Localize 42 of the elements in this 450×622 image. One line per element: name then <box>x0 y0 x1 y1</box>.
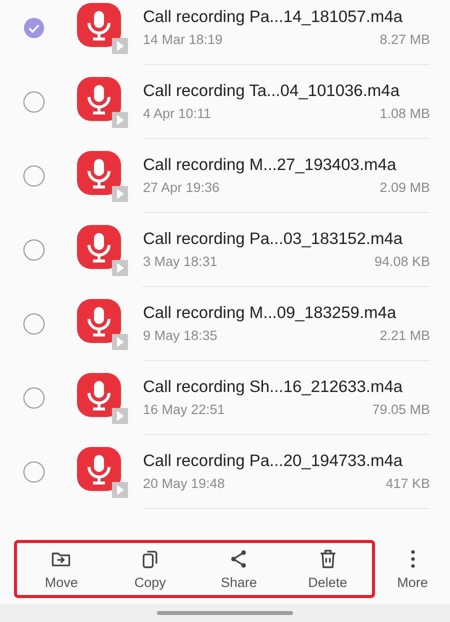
checkbox[interactable] <box>23 17 45 39</box>
checkbox[interactable] <box>23 165 45 187</box>
file-name: Call recording Pa...14_181057.m4a <box>143 8 404 27</box>
file-name: Call recording Pa...03_183152.m4a <box>143 230 404 249</box>
file-name: Call recording Ta...04_101036.m4a <box>143 82 401 101</box>
file-size: 2.09 MB <box>380 180 430 195</box>
microphone-icon <box>76 2 128 54</box>
file-name: Call recording M...09_183259.m4a <box>143 304 398 323</box>
microphone-icon <box>76 150 128 202</box>
checkbox[interactable] <box>23 239 45 261</box>
checkbox[interactable] <box>23 313 45 335</box>
file-size: 1.08 MB <box>380 106 430 121</box>
action-label[interactable]: More <box>397 575 428 590</box>
action-label[interactable]: Copy <box>134 575 166 590</box>
file-size: 94.08 KB <box>374 254 430 269</box>
microphone-icon <box>76 76 128 128</box>
file-date: 9 May 18:35 <box>143 328 218 343</box>
more-icon <box>410 550 414 568</box>
file-name: Call recording Sh...16_212633.m4a <box>143 378 404 397</box>
file-date: 20 May 19:48 <box>143 476 225 491</box>
file-date: 16 May 22:51 <box>143 402 225 417</box>
file-date: 3 May 18:31 <box>143 254 218 269</box>
checkbox[interactable] <box>23 461 45 483</box>
microphone-icon <box>76 224 128 276</box>
checkbox[interactable] <box>23 387 45 409</box>
checkbox[interactable] <box>23 91 45 113</box>
file-size: 8.27 MB <box>380 32 430 47</box>
home-handle[interactable] <box>157 611 293 615</box>
action-label[interactable]: Delete <box>308 575 348 590</box>
file-name: Call recording Pa...20_194733.m4a <box>143 452 404 471</box>
file-name: Call recording M...27_193403.m4a <box>143 156 398 175</box>
action-label[interactable]: Share <box>220 575 257 590</box>
file-date: 27 Apr 19:36 <box>143 180 220 195</box>
file-size: 2.21 MB <box>380 328 430 343</box>
file-date: 4 Apr 10:11 <box>143 106 212 121</box>
microphone-icon <box>76 372 128 424</box>
file-date: 14 Mar 18:19 <box>143 32 223 47</box>
microphone-icon <box>76 446 128 498</box>
file-size: 417 KB <box>386 476 430 491</box>
microphone-icon <box>76 298 128 350</box>
file-size: 79.05 MB <box>372 402 430 417</box>
action-label[interactable]: Move <box>44 575 78 590</box>
